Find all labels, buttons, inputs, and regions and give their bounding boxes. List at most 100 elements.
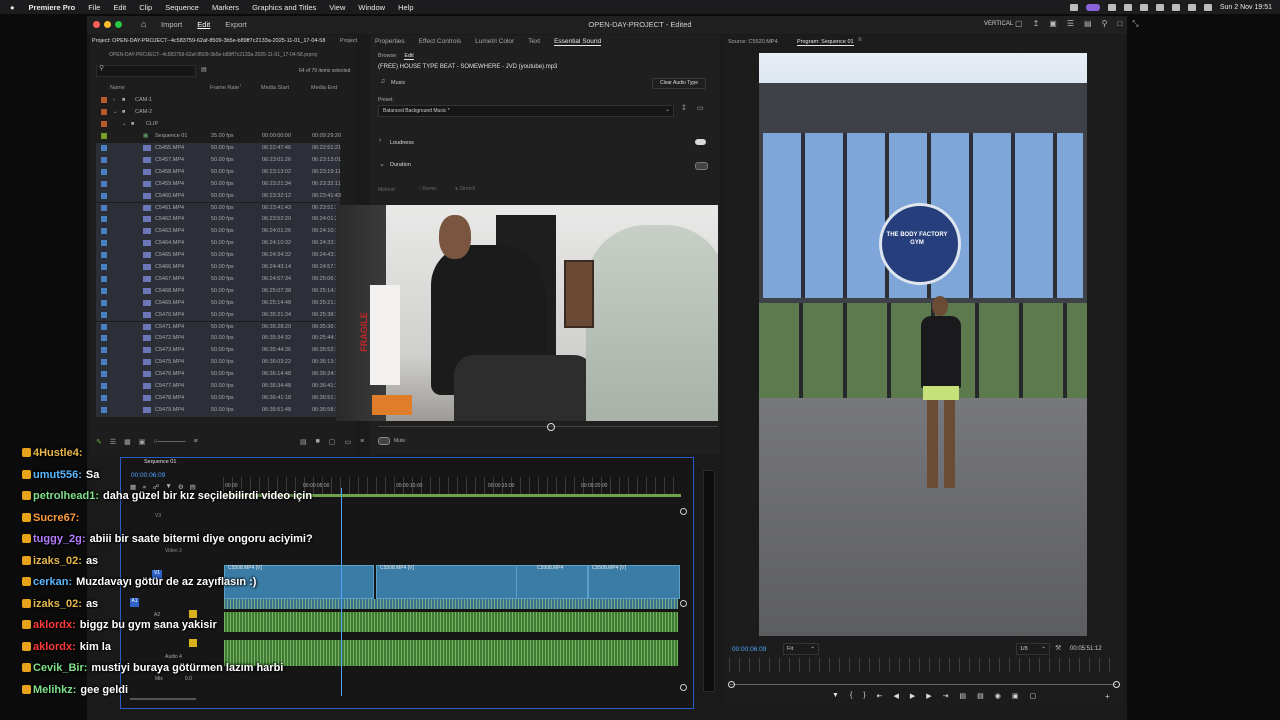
export-frame-icon[interactable]: ◉ <box>995 692 1001 700</box>
source-playhead[interactable] <box>547 423 555 431</box>
panel-menu-icon[interactable]: ≡ <box>858 37 862 43</box>
step-back-icon[interactable]: ◀ <box>894 692 899 700</box>
project-tab-2[interactable]: Project <box>340 38 357 44</box>
play-icon[interactable]: ▶ <box>910 692 915 700</box>
chat-username[interactable]: 4Hustle4: <box>33 447 83 459</box>
tab-source-monitor[interactable]: Source: C5520.MP4 <box>728 39 778 45</box>
notifications-icon[interactable]: □ <box>1117 19 1122 29</box>
mute-toggle[interactable] <box>378 437 390 445</box>
sequence-row[interactable]: ▦ Sequence 01 25.00 fps 00:00:00:00 00:0… <box>96 131 341 143</box>
chat-username[interactable]: umut556: <box>33 469 82 481</box>
tab-program-monitor[interactable]: Program: Sequence 01 <box>797 39 854 46</box>
progress-icon[interactable]: ▤ <box>1084 19 1092 29</box>
menu-sequence[interactable]: Sequence <box>165 3 199 12</box>
zoom-select[interactable]: Fit ⌄ <box>783 643 819 655</box>
folder-row[interactable]: › ■ CAM-1 <box>96 95 340 107</box>
pencil-icon[interactable]: ✎ <box>96 438 102 446</box>
program-video-frame[interactable]: THE BODY FACTORY GYM <box>759 53 1087 636</box>
folder-row[interactable]: ⌄ ■ CLIP <box>96 119 340 131</box>
method-stretch[interactable]: ● Stretch <box>455 186 475 192</box>
method-remix[interactable]: ○ Remix <box>418 186 437 192</box>
apple-icon[interactable]: ● <box>10 3 15 12</box>
audio-clip-a1[interactable] <box>224 599 678 609</box>
status-icon[interactable] <box>1123 3 1132 11</box>
subtab-edit[interactable]: Edit <box>404 53 414 60</box>
status-icon[interactable] <box>1155 3 1164 11</box>
status-icon[interactable] <box>1107 3 1116 11</box>
timeline-zoom-scrollbar[interactable] <box>130 698 196 700</box>
workspace-icon[interactable]: ▢ <box>1015 19 1023 29</box>
table-row[interactable]: C5463.MP4 50.00 fps 06:24:01:26 06:24:10:11 <box>96 226 341 239</box>
menu-window[interactable]: Window <box>358 3 385 12</box>
table-row[interactable]: C5466.MP4 50.00 fps 06:24:43:14 06:24:57:11 <box>96 262 341 274</box>
new-bin-icon[interactable]: ▤ <box>201 66 207 73</box>
new-bin-icon[interactable]: ■ <box>316 438 320 446</box>
timeline-playhead[interactable] <box>341 488 342 696</box>
more-icon[interactable]: ≡ <box>360 438 364 446</box>
column-name[interactable]: Name <box>110 85 125 91</box>
disclosure-icon[interactable]: ⌄ <box>379 160 385 168</box>
menu-graphics[interactable]: Graphics and Titles <box>252 3 316 12</box>
menu-help[interactable]: Help <box>398 3 413 12</box>
table-row[interactable]: C5471.MP4 50.00 fps 06:35:28:20 06:35:36:11 <box>96 321 341 334</box>
vertical-scroll-handle[interactable] <box>680 684 687 691</box>
mark-in-icon[interactable]: { <box>850 692 852 700</box>
table-row[interactable]: C5462.MP4 50.00 fps 06:23:52:20 06:24:01:22 <box>96 214 341 227</box>
table-row[interactable]: C5468.MP4 50.00 fps 06:25:07:38 06:25:14:11 <box>96 285 341 298</box>
extract-icon[interactable]: ▤ <box>977 692 984 700</box>
video-clip[interactable]: C5508.MP4 [V] <box>376 565 518 599</box>
table-row[interactable]: C5467.MP4 50.00 fps 06:24:57:34 06:25:06:11 <box>96 273 341 286</box>
table-row[interactable]: C5461.MP4 50.00 fps 06:23:41:43 06:23:51:11 <box>96 202 341 215</box>
disclosure-icon[interactable]: › <box>379 137 381 144</box>
status-icon[interactable] <box>1069 3 1078 11</box>
list-view-icon[interactable]: ☰ <box>110 438 116 446</box>
tab-effect-controls[interactable]: Effect Controls <box>419 38 462 46</box>
folder-row[interactable]: ⌄ ■ CAM-2 <box>96 107 340 119</box>
video-clip[interactable]: C5508.MP4 <box>516 565 588 599</box>
control-center-icon[interactable] <box>1203 3 1212 11</box>
source-video-frame[interactable]: FRAGILE <box>336 205 718 421</box>
workspace-name[interactable]: VERTICAL <box>984 21 1013 27</box>
solo-button[interactable] <box>189 639 197 647</box>
add-marker-icon[interactable]: ▼ <box>832 692 839 700</box>
subtab-browse[interactable]: Browse <box>378 53 396 60</box>
vertical-scroll-handle[interactable] <box>680 508 687 515</box>
share-icon[interactable]: ▣ <box>1049 19 1057 29</box>
chat-username[interactable]: cerkan: <box>33 576 72 588</box>
loudness-toggle[interactable] <box>695 139 706 145</box>
freeform-view-icon[interactable]: ▣ <box>139 438 146 446</box>
toggle-proxies-icon[interactable]: ▢ <box>1030 692 1037 700</box>
table-row[interactable]: C5460.MP4 50.00 fps 06:23:32:12 06:23:41:43 <box>96 190 341 203</box>
table-row[interactable]: C5459.MP4 50.00 fps 06:23:21:34 06:23:32:11 <box>96 178 341 191</box>
menu-file[interactable]: File <box>88 3 100 12</box>
chat-username[interactable]: Melihkz: <box>33 684 76 696</box>
project-search-input[interactable] <box>96 65 196 77</box>
delete-preset-icon[interactable]: ▭ <box>697 104 704 112</box>
audio-clip-a3[interactable] <box>224 640 678 666</box>
table-row[interactable]: C5477.MP4 50.00 fps 06:36:34:48 06:36:41:11 <box>96 381 341 393</box>
add-button-icon[interactable]: + <box>1105 692 1110 701</box>
solo-button[interactable] <box>189 610 197 618</box>
table-row[interactable]: C5470.MP4 50.00 fps 06:35:21:34 06:25:38:11 <box>96 309 341 322</box>
scrubber-start-handle[interactable] <box>728 681 735 688</box>
chat-username[interactable]: tuggy_2g: <box>33 533 86 545</box>
column-frame-rate[interactable]: Frame Rate <box>210 85 239 91</box>
table-row[interactable]: C5457.MP4 50.00 fps 06:23:01:26 06:23:13:01 <box>96 154 341 167</box>
tab-essential-sound[interactable]: Essential Sound <box>554 38 602 46</box>
go-to-out-icon[interactable]: ⇥ <box>943 692 949 700</box>
status-icon[interactable] <box>1085 3 1100 11</box>
table-row[interactable]: C5469.MP4 50.00 fps 06:25:14:48 06:25:21:11 <box>96 297 341 310</box>
chat-username[interactable]: aklordx: <box>33 641 76 653</box>
step-forward-icon[interactable]: ▶ <box>926 692 931 700</box>
menu-view[interactable]: View <box>329 3 345 12</box>
scrubber-end-handle[interactable] <box>1113 681 1120 688</box>
vertical-scroll-handle[interactable] <box>680 600 687 607</box>
chat-username[interactable]: izaks_02: <box>33 598 82 610</box>
table-row[interactable]: C5455.MP4 50.00 fps 06:22:47:46 06:22:51:21 <box>96 143 341 155</box>
icon-view-icon[interactable]: ▦ <box>124 438 131 446</box>
program-ruler[interactable] <box>729 658 1117 672</box>
table-row[interactable]: C5476.MP4 50.00 fps 06:36:14:48 06:36:24:11 <box>96 369 341 381</box>
menu-edit[interactable]: Edit <box>113 3 126 12</box>
table-row[interactable]: C5479.MP4 50.00 fps 06:36:51:48 06:36:58:11 <box>96 404 341 417</box>
wrench-icon[interactable]: ⚒ <box>1055 644 1061 652</box>
